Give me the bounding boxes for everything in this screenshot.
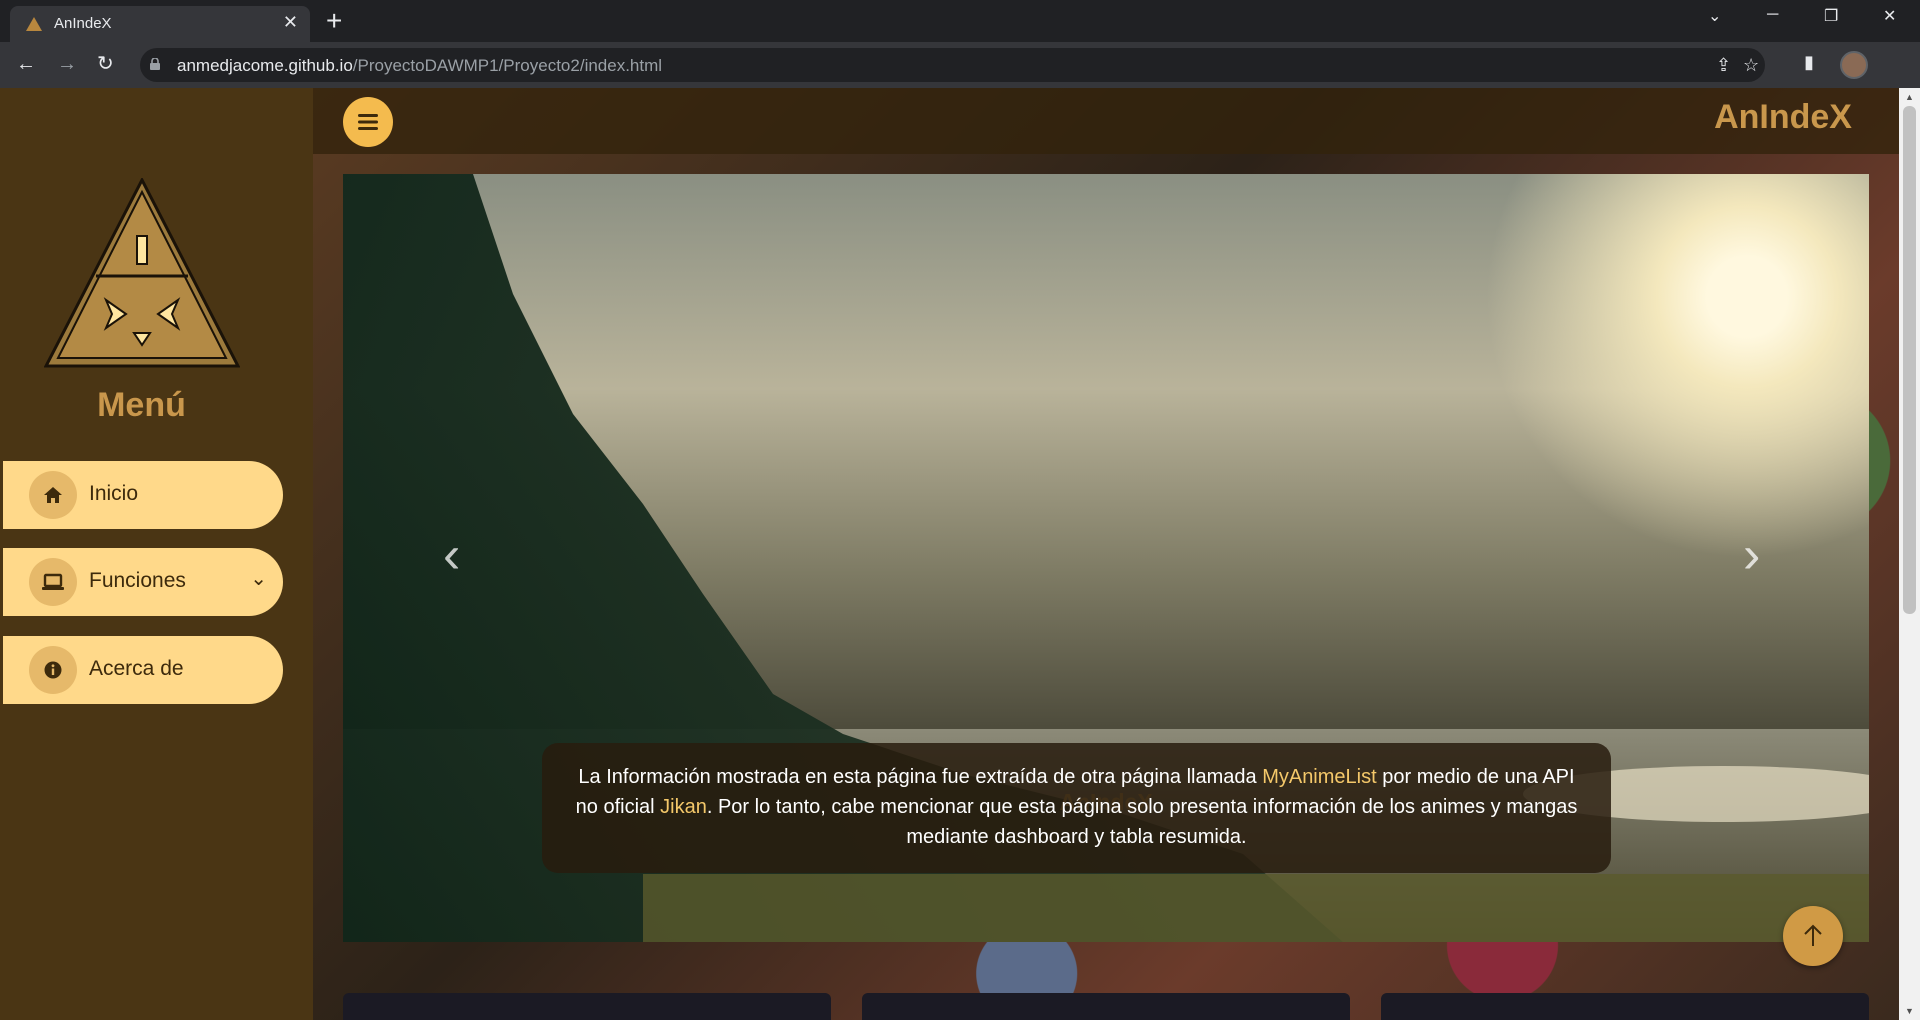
sidebar-item-label: Inicio	[89, 482, 139, 505]
scroll-up-arrow-icon[interactable]: ▲	[1905, 92, 1914, 102]
hamburger-menu-button[interactable]	[343, 97, 393, 147]
sidebar: Menú Inicio Funciones ⌄ Acerca de	[0, 88, 313, 1020]
close-window-button[interactable]: ✕	[1883, 6, 1896, 26]
minimize-button[interactable]: ─	[1767, 6, 1778, 24]
carousel-caption: La Información mostrada en esta página f…	[542, 743, 1611, 873]
info-icon	[29, 646, 77, 694]
lock-icon	[150, 58, 160, 70]
top-navbar: AnIndeX	[313, 88, 1899, 154]
restore-button[interactable]: ❐	[1824, 6, 1838, 26]
menu-title: Menú	[97, 386, 186, 424]
url-path: /ProyectoDAWMP1/Proyecto2/index.html	[352, 56, 663, 75]
caption-text: La Información mostrada en esta página f…	[578, 766, 1263, 788]
address-bar[interactable]: anmedjacome.github.io/ProyectoDAWMP1/Pro…	[140, 48, 1765, 82]
anindex-logo	[44, 178, 240, 368]
sidebar-item-label: Funciones	[89, 569, 186, 592]
page-viewport: Menú Inicio Funciones ⌄ Acerca de AnInde…	[0, 88, 1920, 1020]
hamburger-icon	[358, 114, 378, 130]
profile-avatar[interactable]	[1840, 51, 1868, 79]
scroll-to-top-button[interactable]	[1783, 906, 1843, 966]
sidebar-item-acerca-de[interactable]: Acerca de	[3, 636, 283, 704]
scrollbar-thumb[interactable]	[1903, 106, 1916, 614]
caption-text: . Por lo tanto, cabe mencionar que esta …	[706, 796, 1578, 848]
url-text[interactable]: anmedjacome.github.io/ProyectoDAWMP1/Pro…	[177, 56, 662, 76]
content-card	[862, 993, 1350, 1020]
share-icon[interactable]: ⇪	[1716, 55, 1731, 76]
sidebar-item-funciones[interactable]: Funciones ⌄	[3, 548, 283, 616]
browser-toolbar: ← → ↻ anmedjacome.github.io/ProyectoDAWM…	[0, 42, 1920, 88]
browser-tab[interactable]: AnIndeX ✕	[10, 6, 310, 42]
tab-close-icon[interactable]: ✕	[283, 12, 298, 33]
myanimelist-link[interactable]: MyAnimeList	[1262, 766, 1376, 788]
home-icon	[29, 471, 77, 519]
forward-button[interactable]: →	[57, 52, 77, 76]
side-panel-icon[interactable]: ▮	[1804, 52, 1814, 73]
page-scrollbar[interactable]: ▲ ▼	[1899, 88, 1920, 1020]
new-tab-button[interactable]: +	[326, 6, 342, 36]
reload-button[interactable]: ↻	[97, 52, 114, 76]
favicon-icon	[26, 17, 42, 31]
content-card	[343, 993, 831, 1020]
laptop-icon	[29, 558, 77, 606]
main-content: AnIndeX ‹ › La Información mostrada en e…	[313, 88, 1899, 1020]
sidebar-item-inicio[interactable]: Inicio	[3, 461, 283, 529]
carousel-next-button[interactable]: ›	[1743, 529, 1760, 581]
tab-search-icon[interactable]: ⌄	[1708, 6, 1721, 26]
bookmark-star-icon[interactable]: ☆	[1743, 55, 1759, 76]
carousel-prev-button[interactable]: ‹	[443, 529, 460, 581]
scroll-down-arrow-icon[interactable]: ▼	[1905, 1006, 1914, 1016]
brand-title[interactable]: AnIndeX	[1714, 98, 1852, 137]
browser-tabbar: AnIndeX ✕ + ⌄ ─ ❐ ✕	[0, 0, 1920, 42]
url-host: anmedjacome.github.io	[177, 56, 353, 75]
back-button[interactable]: ←	[16, 52, 36, 76]
arrow-up-icon	[1804, 924, 1822, 946]
chevron-down-icon[interactable]: ⌄	[250, 566, 267, 591]
sidebar-item-label: Acerca de	[89, 657, 184, 680]
content-card	[1381, 993, 1869, 1020]
tab-title: AnIndeX	[54, 15, 112, 32]
jikan-link[interactable]: Jikan	[660, 796, 707, 818]
